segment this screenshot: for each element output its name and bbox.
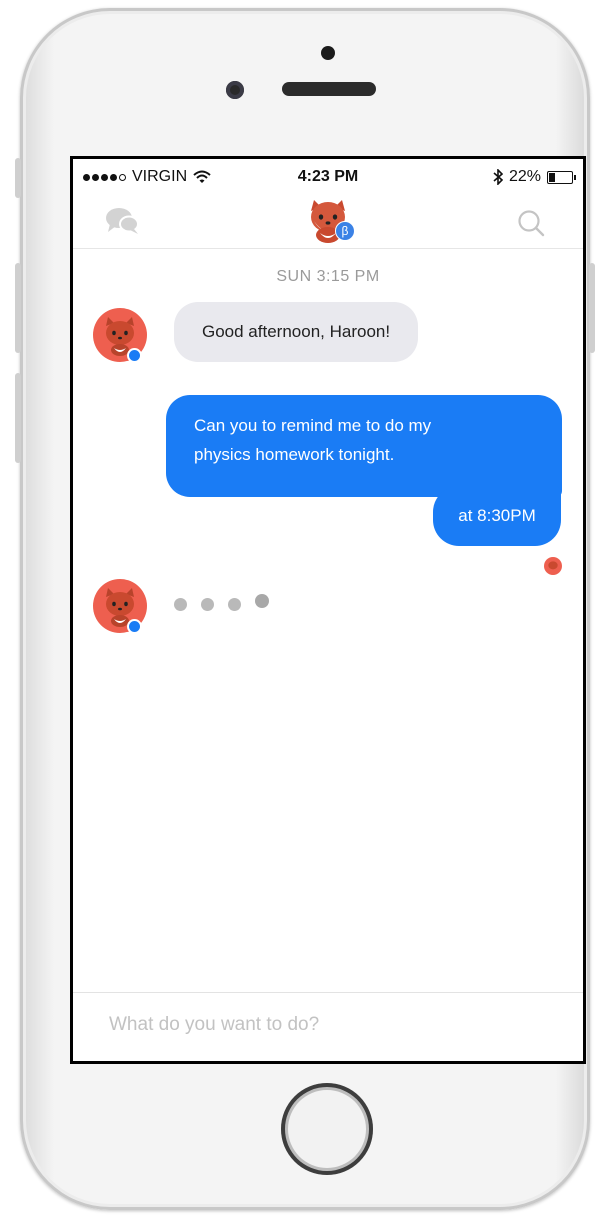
message-line: physics homework tonight. — [194, 445, 395, 464]
user-message-bubble[interactable]: Can you to remind me to do my physics ho… — [166, 395, 562, 497]
online-indicator — [127, 619, 142, 634]
proximity-sensor — [321, 46, 335, 60]
battery-percent: 22% — [508, 168, 541, 185]
bot-avatar[interactable] — [93, 579, 147, 634]
message-composer — [73, 992, 583, 1061]
app-screen: VIRGIN 4:23 PM 22% β SUN 3:15 PM Good af… — [73, 159, 583, 1061]
battery-icon — [547, 170, 576, 184]
online-indicator — [127, 348, 142, 363]
read-receipt-avatar — [544, 557, 562, 575]
bot-avatar[interactable] — [93, 308, 147, 363]
conversation-timestamp: SUN 3:15 PM — [276, 268, 380, 285]
message-input[interactable] — [107, 1013, 551, 1037]
bluetooth-icon — [493, 169, 503, 185]
typing-dot — [255, 594, 269, 608]
phone-frame: VIRGIN 4:23 PM 22% β SUN 3:15 PM Good af… — [15, 8, 595, 1210]
fox-mascot-icon[interactable]: β — [305, 197, 355, 243]
user-message-bubble[interactable]: at 8:30PM — [433, 486, 561, 546]
volume-down-button — [15, 373, 21, 463]
typing-dot — [228, 597, 241, 611]
typing-indicator — [174, 594, 269, 611]
bot-message-bubble[interactable]: Good afternoon, Haroon! — [174, 302, 419, 362]
chat-bubbles-icon[interactable] — [105, 207, 141, 240]
earpiece-speaker — [282, 82, 376, 96]
volume-up-button — [15, 263, 21, 353]
front-camera — [226, 81, 244, 99]
nav-bar: β — [73, 193, 583, 249]
status-bar: VIRGIN 4:23 PM 22% — [73, 159, 583, 193]
fox-mascot-icon — [548, 561, 558, 570]
status-right: 22% — [493, 168, 576, 186]
typing-dot — [201, 597, 214, 611]
search-icon[interactable] — [517, 209, 545, 242]
screen-bezel: VIRGIN 4:23 PM 22% β SUN 3:15 PM Good af… — [70, 156, 586, 1064]
home-button[interactable] — [281, 1083, 373, 1175]
beta-badge: β — [335, 221, 355, 241]
typing-dot — [174, 597, 187, 611]
mute-switch — [15, 158, 21, 198]
message-line: Can you to remind me to do my — [194, 416, 432, 435]
power-button — [589, 263, 595, 353]
